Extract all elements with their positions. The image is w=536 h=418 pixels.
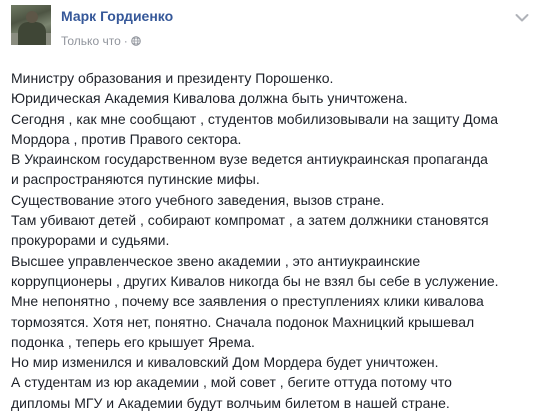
meta-separator: · bbox=[123, 34, 128, 48]
post-text-line: тормозятся. Хотя нет, понятно. Сначала п… bbox=[11, 313, 475, 330]
post-text-line: Министру образования и президенту Пороше… bbox=[11, 70, 334, 86]
post-text: Министру образования и президенту Пороше… bbox=[11, 68, 531, 413]
post-text-line: и распространяются путинские мифы. bbox=[11, 171, 260, 188]
post-text-line: В Украинском государственном вузе ведетс… bbox=[11, 151, 488, 168]
post-text-line: Мне непонятно , почему все заявления о п… bbox=[11, 293, 484, 310]
post-timestamp[interactable]: Только что bbox=[61, 34, 121, 48]
author-name-link[interactable]: Марк Гордиенко bbox=[61, 8, 173, 24]
post-text-line: Сегодня , как мне сообщают , студентов м… bbox=[11, 110, 499, 127]
post-card: Марк Гордиенко Только что · Министру обр… bbox=[0, 0, 536, 418]
post-text-line: Мордора , против Правого сектора. bbox=[11, 130, 242, 147]
post-meta: Только что · bbox=[61, 34, 141, 48]
globe-icon[interactable] bbox=[130, 36, 141, 46]
post-text-line: Но мир изменился и киваловский Дом Морде… bbox=[11, 354, 439, 371]
post-text-line: Высшее управленческое звено академии , э… bbox=[11, 252, 421, 269]
post-text-line: А студентам из юр академии , мой совет ,… bbox=[11, 374, 452, 391]
post-text-line: дипломы МГУ и Академии будут волчьим бил… bbox=[11, 394, 450, 411]
post-text-line: Юридическая Академия Кивалова должна быт… bbox=[11, 90, 408, 107]
post-text-line: прокурорами и судьями. bbox=[11, 232, 170, 249]
post-text-line: Существование этого учебного заведения, … bbox=[11, 191, 385, 208]
post-text-line: коррупционеры , других Кивалов никогда б… bbox=[11, 272, 499, 289]
author-avatar[interactable] bbox=[11, 5, 51, 45]
post-text-line: Там убивают детей , собирают компромат ,… bbox=[11, 212, 489, 229]
chevron-down-icon[interactable] bbox=[515, 13, 529, 23]
post-text-line: подонка , теперь его крышует Ярема. bbox=[11, 333, 255, 350]
